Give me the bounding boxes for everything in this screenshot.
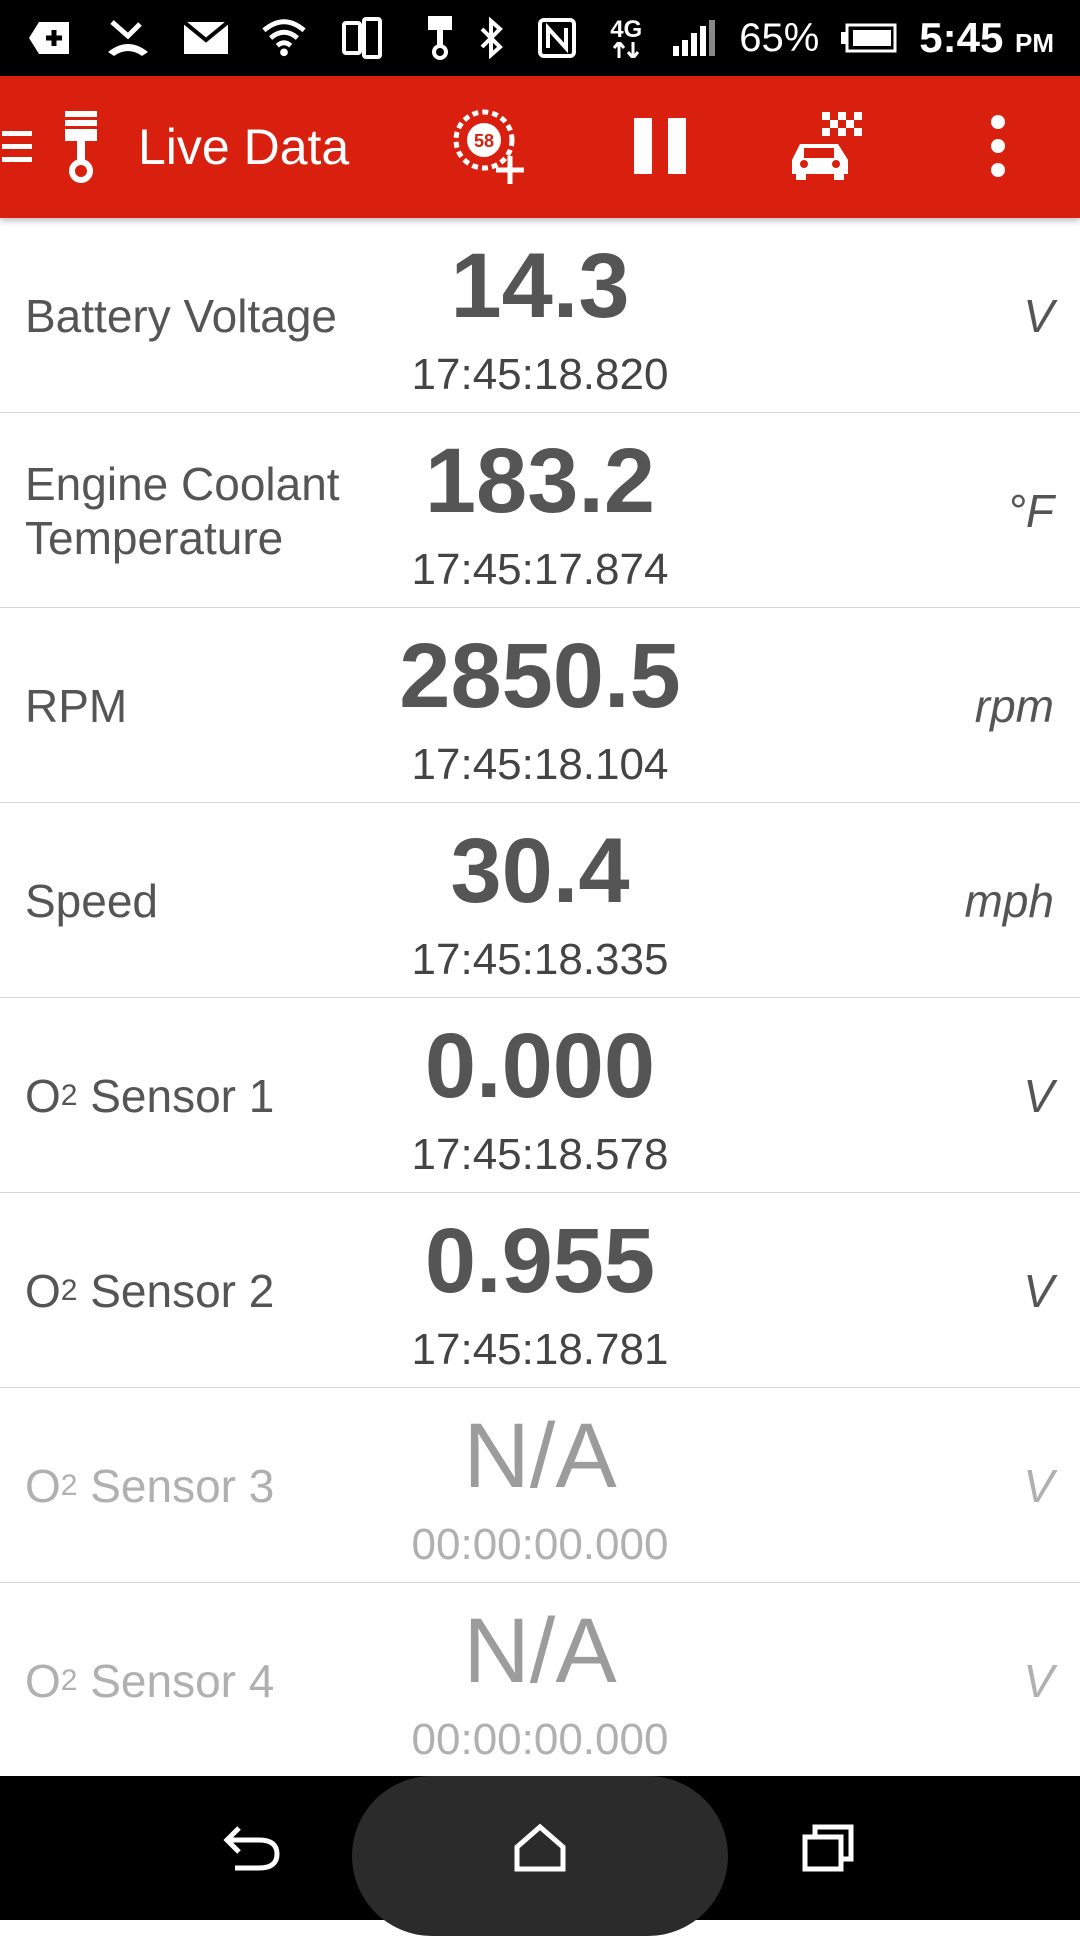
add-notification-icon (28, 16, 72, 60)
battery-icon (841, 16, 897, 60)
home-icon (514, 1823, 566, 1872)
network-type: 4G (601, 16, 651, 60)
menu-icon[interactable] (0, 117, 34, 177)
overflow-menu-button[interactable] (948, 96, 1048, 196)
recents-button[interactable] (783, 1803, 873, 1893)
list-item[interactable]: Engine Coolant Temperature 183.2 17:45:1… (0, 413, 1080, 608)
pause-button[interactable] (610, 96, 710, 196)
home-button[interactable] (495, 1803, 585, 1893)
pid-unit: V (1023, 1459, 1054, 1512)
overflow-menu-icon (991, 115, 1005, 177)
list-item[interactable]: Battery Voltage 14.3 17:45:18.820 V (0, 218, 1080, 413)
pid-value: 30.4 (450, 820, 630, 922)
pid-label: Engine Coolant Temperature (25, 457, 340, 564)
pid-label: O2 Sensor 3 (25, 1459, 275, 1512)
signal-icon (673, 16, 717, 60)
pid-timestamp: 17:45:18.820 (411, 350, 669, 399)
pid-value: N/A (463, 1600, 617, 1702)
pid-timestamp: 17:45:18.335 (411, 935, 669, 984)
pid-label: Battery Voltage (25, 289, 337, 342)
back-icon (223, 1826, 280, 1871)
pid-value: 14.3 (450, 235, 630, 337)
piston-icon (56, 107, 106, 187)
pid-value: 0.955 (424, 1210, 656, 1312)
navigation-bar (0, 1776, 1080, 1936)
race-car-icon (792, 112, 862, 180)
recents-icon (802, 1824, 854, 1872)
list-item[interactable]: O2 Sensor 2 0.955 17:45:18.781 V (0, 1193, 1080, 1388)
list-item[interactable]: O2 Sensor 1 0.000 17:45:18.578 V (0, 998, 1080, 1193)
back-button[interactable] (208, 1803, 298, 1893)
pid-value: 0.000 (424, 1015, 656, 1117)
pid-label: Speed (25, 874, 159, 927)
bluetooth-icon (469, 16, 513, 60)
pid-unit: V (1023, 1264, 1054, 1317)
pid-timestamp: 00:00:00.000 (411, 1520, 669, 1569)
piston-icon (418, 16, 462, 60)
add-gauge-button[interactable]: 58 (440, 96, 540, 196)
pid-label: RPM (25, 679, 128, 732)
phone-rotate-icon (340, 16, 384, 60)
pid-label: O2 Sensor 4 (25, 1654, 275, 1707)
pid-label: O2 Sensor 2 (25, 1264, 275, 1317)
pid-unit: V (1023, 1069, 1054, 1122)
pid-timestamp: 17:45:18.104 (411, 740, 669, 789)
pid-unit: V (1023, 289, 1054, 342)
pid-label: O2 Sensor 1 (25, 1069, 275, 1122)
pid-unit: rpm (974, 679, 1054, 732)
clock: 5:45 PM (919, 14, 1054, 61)
live-data-list[interactable]: Battery Voltage 14.3 17:45:18.820 V Engi… (0, 218, 1080, 1776)
pid-unit: mph (964, 874, 1054, 927)
add-gauge-icon: 58 (453, 109, 524, 184)
pid-value: 2850.5 (399, 625, 681, 727)
wifi-icon (262, 16, 306, 60)
pid-timestamp: 17:45:18.578 (411, 1130, 669, 1179)
pid-unit: °F (1007, 484, 1055, 537)
page-title: Live Data (138, 119, 350, 175)
pid-timestamp: 00:00:00.000 (411, 1715, 669, 1764)
battery-percent: 65% (739, 15, 820, 60)
svg-text:58: 58 (474, 131, 494, 151)
pid-value: N/A (463, 1405, 617, 1507)
status-bar: 4G 65% 5:45 PM (0, 0, 1080, 76)
list-item[interactable]: RPM 2850.5 17:45:18.104 rpm (0, 608, 1080, 803)
pid-value: 183.2 (424, 430, 656, 532)
missed-call-icon (106, 16, 150, 60)
list-item[interactable]: Speed 30.4 17:45:18.335 mph (0, 803, 1080, 998)
list-item[interactable]: O2 Sensor 4 N/A 00:00:00.000 V (0, 1583, 1080, 1776)
list-item[interactable]: O2 Sensor 3 N/A 00:00:00.000 V (0, 1388, 1080, 1583)
pid-timestamp: 17:45:18.781 (411, 1325, 669, 1374)
mail-icon (184, 16, 228, 60)
race-mode-button[interactable] (778, 96, 878, 196)
app-bar: Live Data 58 (0, 76, 1080, 218)
pause-icon (634, 118, 686, 174)
nfc-icon (535, 16, 579, 60)
pid-timestamp: 17:45:17.874 (411, 545, 669, 594)
pid-unit: V (1023, 1654, 1054, 1707)
